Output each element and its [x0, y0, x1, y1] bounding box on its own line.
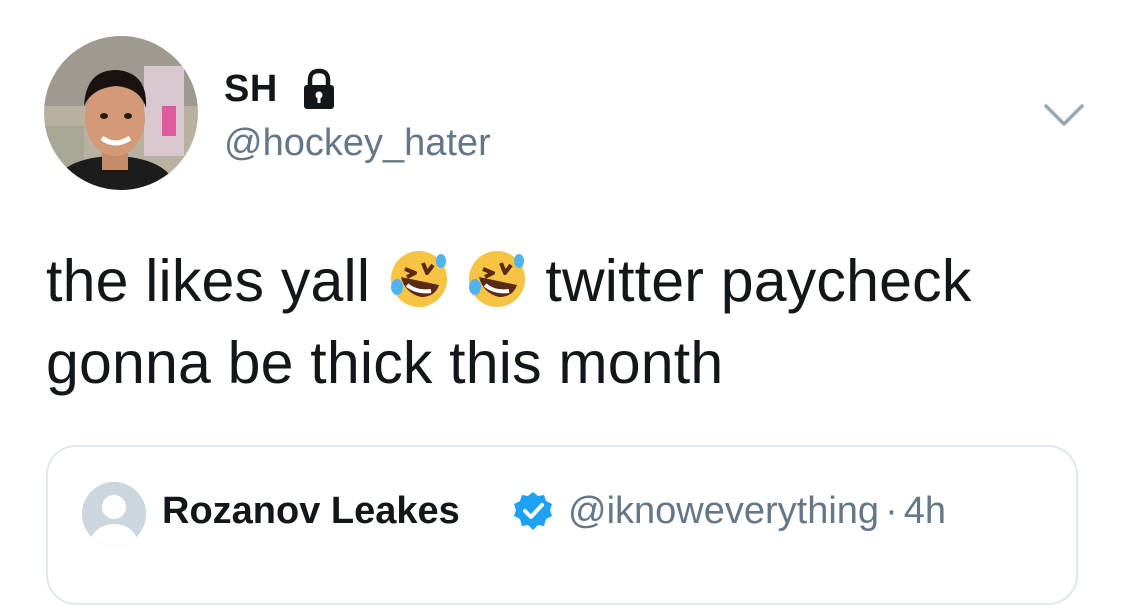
tweet-text: the likes yall twitter paycheck gonna be… [46, 240, 1086, 404]
rolling-laughing-emoji-icon [468, 251, 525, 307]
user-handle[interactable]: @hockey_hater [224, 120, 491, 166]
display-name[interactable]: SH [224, 66, 278, 112]
user-avatar[interactable] [44, 36, 198, 190]
quoted-handle-line: @iknoweverything · 4h [568, 488, 946, 534]
chevron-down-icon[interactable] [1042, 100, 1086, 130]
tweet-text-part1: the likes yall [46, 248, 387, 314]
separator-dot: · [885, 490, 898, 532]
rolling-laughing-emoji-icon [390, 251, 447, 307]
lock-icon [304, 68, 334, 109]
tweet: SH @hockey_hater the likes yall twitter … [0, 0, 1124, 605]
verified-badge-icon [514, 492, 552, 530]
quoted-handle[interactable]: @iknoweverything [568, 490, 879, 532]
quoted-display-name[interactable]: Rozanov Leakes [162, 488, 460, 534]
quoted-user-avatar[interactable] [82, 482, 146, 546]
quoted-timestamp[interactable]: 4h [904, 490, 946, 532]
